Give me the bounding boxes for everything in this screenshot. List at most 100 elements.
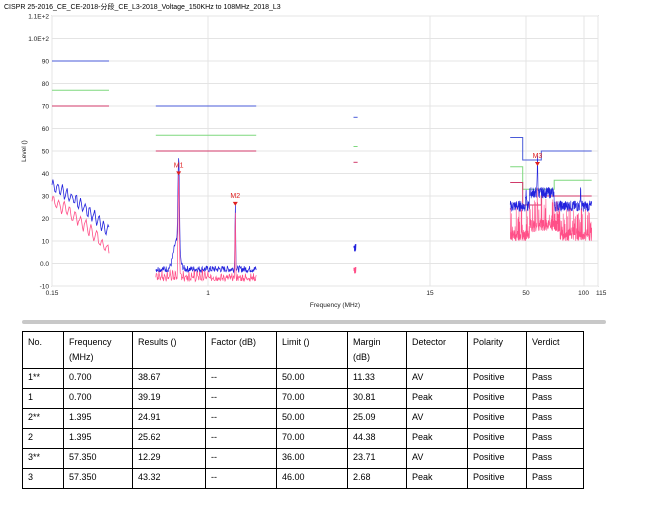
y-tick-label: 60: [42, 126, 50, 133]
y-tick-label: 90: [42, 59, 50, 66]
results-table: No. Frequency (MHz) Results () Factor (dB) Li…: [22, 331, 584, 489]
column-header: Polarity: [467, 331, 527, 369]
table-cell: Positive: [467, 388, 527, 409]
column-header: No.: [22, 331, 64, 369]
table-cell: Peak: [406, 388, 468, 409]
table-row: 2 1.395 25.62 -- 70.00 44.38 Peak Positive Pass: [22, 428, 584, 449]
table-cell: 46.00: [276, 468, 348, 489]
table-cell: --: [205, 468, 277, 489]
column-header: Margin (dB): [347, 331, 407, 369]
column-header: Detector: [406, 331, 468, 369]
table-row: 3 57.350 43.32 -- 46.00 2.68 Peak Positive Pass: [22, 468, 584, 489]
table-cell: Peak: [406, 468, 468, 489]
column-header-label: Verdict: [532, 337, 560, 347]
y-tick-label: 1.1E+2: [28, 14, 49, 21]
marker-label: M2: [230, 193, 240, 200]
table-cell: Positive: [467, 368, 527, 389]
table-row: 3** 57.350 12.29 -- 36.00 23.71 AV Positive Pass: [22, 448, 584, 469]
table-cell: Pass: [526, 428, 584, 449]
column-header-unit: (dB): [353, 352, 371, 362]
table-cell: 2.68: [347, 468, 407, 489]
table-cell: 50.00: [276, 368, 348, 389]
table-cell: Pass: [526, 408, 584, 429]
table-cell: 1**: [22, 368, 64, 389]
table-cell: --: [205, 448, 277, 469]
y-tick-label: 20: [42, 216, 50, 223]
y-tick-label: 40: [42, 171, 50, 178]
average-trace: [353, 267, 357, 274]
table-cell: 1.395: [63, 428, 133, 449]
table-cell: Positive: [467, 428, 527, 449]
column-header-label: Factor (dB): [211, 337, 257, 347]
table-cell: 30.81: [347, 388, 407, 409]
table-cell: --: [205, 368, 277, 389]
table-cell: 44.38: [347, 428, 407, 449]
column-header: Results (): [132, 331, 206, 369]
y-axis-label: Level (): [21, 140, 28, 162]
emission-chart: -100.01020304050607080901.0E+21.1E+20.15…: [21, 14, 607, 310]
table-cell: 1.395: [63, 408, 133, 429]
x-tick-label: 0.15: [46, 290, 59, 297]
table-cell: Pass: [526, 388, 584, 409]
table-row: 1 0.700 39.19 -- 70.00 30.81 Peak Positive Pass: [22, 388, 584, 409]
table-cell: 1: [22, 388, 64, 409]
table-cell: 43.32: [132, 468, 206, 489]
table-cell: 23.71: [347, 448, 407, 469]
horizontal-scrollbar[interactable]: [22, 320, 606, 324]
table-cell: Positive: [467, 408, 527, 429]
table-cell: 3: [22, 468, 64, 489]
table-cell: 3**: [22, 448, 64, 469]
column-header: Factor (dB): [205, 331, 277, 369]
table-cell: 25.09: [347, 408, 407, 429]
column-header-label: Limit (): [282, 337, 310, 347]
table-cell: 25.62: [132, 428, 206, 449]
column-header-label: No.: [28, 337, 43, 347]
column-header-label: Frequency: [69, 337, 112, 347]
table-cell: 24.91: [132, 408, 206, 429]
column-header-label: Detector: [412, 337, 447, 347]
table-cell: 36.00: [276, 448, 348, 469]
table-row: 2** 1.395 24.91 -- 50.00 25.09 AV Positive Pass: [22, 408, 584, 429]
y-tick-label: 70: [42, 104, 50, 111]
table-cell: Peak: [406, 428, 468, 449]
table-cell: Pass: [526, 368, 584, 389]
table-row: 1** 0.700 38.67 -- 50.00 11.33 AV Positive Pass: [22, 368, 584, 389]
table-cell: AV: [406, 368, 468, 389]
x-tick-label: 15: [426, 290, 434, 297]
y-tick-label: 0.0: [40, 261, 49, 268]
table-header-row: No. Frequency (MHz) Results () Factor (dB) Li…: [22, 331, 584, 369]
table-cell: 39.19: [132, 388, 206, 409]
table-cell: --: [205, 388, 277, 409]
column-header: Verdict: [526, 331, 584, 369]
table-cell: 50.00: [276, 408, 348, 429]
table-body: 1** 0.700 38.67 -- 50.00 11.33 AV Positive Pass 1…: [22, 368, 584, 489]
y-tick-label: 1.0E+2: [28, 36, 49, 43]
table-cell: --: [205, 408, 277, 429]
table-cell: 2: [22, 428, 64, 449]
x-tick-label: 1: [206, 290, 210, 297]
table-cell: AV: [406, 408, 468, 429]
table-cell: 2**: [22, 408, 64, 429]
marker-label: M3: [533, 153, 543, 160]
table-cell: Positive: [467, 468, 527, 489]
table-cell: 70.00: [276, 388, 348, 409]
table-cell: Positive: [467, 448, 527, 469]
table-cell: 0.700: [63, 368, 133, 389]
table-cell: AV: [406, 448, 468, 469]
table-cell: 38.67: [132, 368, 206, 389]
table-cell: 57.350: [63, 448, 133, 469]
x-tick-label: 100: [578, 290, 589, 297]
y-tick-label: 50: [42, 149, 50, 156]
x-axis-label: Frequency (MHz): [310, 302, 360, 309]
column-header-unit: (MHz): [69, 352, 94, 362]
table-cell: --: [205, 428, 277, 449]
x-tick-label: 115: [596, 290, 607, 297]
y-tick-label: 80: [42, 81, 50, 88]
x-tick-label: 50: [522, 290, 530, 297]
table-cell: 12.29: [132, 448, 206, 469]
table-cell: 70.00: [276, 428, 348, 449]
column-header-label: Margin: [353, 337, 381, 347]
table-cell: Pass: [526, 448, 584, 469]
table-cell: Pass: [526, 468, 584, 489]
column-header-label: Results (): [138, 337, 177, 347]
